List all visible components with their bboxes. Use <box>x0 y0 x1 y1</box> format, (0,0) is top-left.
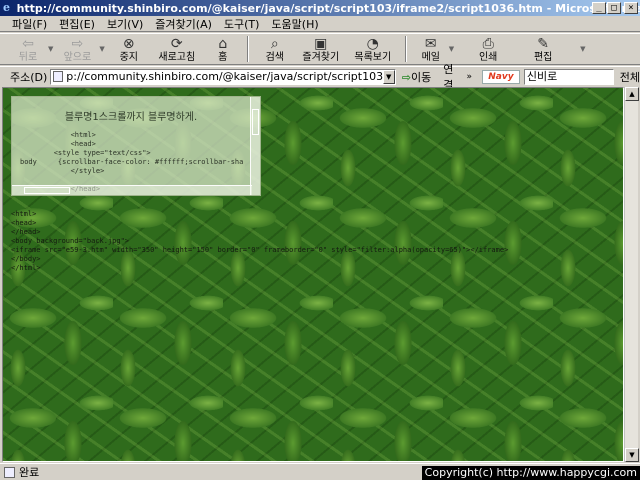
stop-icon: ⊗ <box>122 35 135 52</box>
search-scope-label[interactable]: 전체 <box>620 69 640 85</box>
printer-icon: ⎙ <box>482 35 494 52</box>
iframe-horizontal-scrollbar[interactable] <box>12 185 252 195</box>
search-button[interactable]: ⌕ 검색 <box>255 34 295 64</box>
menu-tools[interactable]: 도구(T) <box>224 16 260 32</box>
address-dropdown-icon[interactable]: ▼ <box>382 69 395 84</box>
scroll-down-icon[interactable]: ▼ <box>625 448 639 462</box>
window-title: http://community.shinbiro.com/@kaiser/ja… <box>16 1 640 15</box>
favorites-folder-icon: ▣ <box>314 35 328 52</box>
go-button[interactable]: ⇨이동 <box>402 69 431 85</box>
home-button[interactable]: ⌂ 홈 <box>205 34 241 64</box>
address-url[interactable]: p://community.shinbiro.com/@kaiser/java/… <box>66 70 386 83</box>
refresh-button[interactable]: ⟳ 새로고침 <box>149 34 205 64</box>
menu-view[interactable]: 보기(V) <box>107 16 143 32</box>
toolbar-separator <box>246 36 249 62</box>
back-dropdown-icon[interactable]: ▼ <box>48 45 53 53</box>
menu-help[interactable]: 도움말(H) <box>271 16 318 32</box>
iframe-hscroll-thumb[interactable] <box>24 187 70 194</box>
edit-button[interactable]: ✎ 편집 <box>508 34 578 64</box>
favorites-button[interactable]: ▣ 즐겨찾기 <box>295 34 347 64</box>
menu-edit[interactable]: 편집(E) <box>59 16 95 32</box>
iframe-vscroll-thumb[interactable] <box>252 109 259 135</box>
iframe-vertical-scrollbar[interactable] <box>250 97 260 195</box>
minimize-button[interactable]: _ <box>592 2 606 14</box>
title-bar[interactable]: e http://community.shinbiro.com/@kaiser/… <box>0 0 640 16</box>
print-button[interactable]: ⎙ 인쇄 <box>468 34 508 64</box>
back-button[interactable]: ⇦ 뒤로 <box>10 34 46 64</box>
address-label: 주소(D) <box>10 70 48 84</box>
toolbar-search-input[interactable]: 신비로 <box>523 68 614 85</box>
address-bar: 주소(D) p://community.shinbiro.com/@kaiser… <box>0 63 640 92</box>
forward-button[interactable]: ⇨ 앞으로 <box>57 34 97 64</box>
standard-toolbar: ⇦ 뒤로 ▼ ⇨ 앞으로 ▼ ⊗ 중지 ⟳ 새로고침 ⌂ 홈 ⌕ 검색 ▣ 즐겨… <box>0 33 640 65</box>
mail-button[interactable]: ✉ 메일 <box>413 34 449 64</box>
page-viewport[interactable]: 블루명1스크롤까지 블루명하게. <html> <head> <style ty… <box>2 87 624 462</box>
page-source-code: <html> <head> </head> <body background="… <box>11 210 509 272</box>
menu-favorites[interactable]: 즐겨찾기(A) <box>155 16 212 32</box>
page-vertical-scrollbar[interactable]: ▲ ▼ <box>624 87 639 462</box>
edit-page-icon: ✎ <box>537 35 550 52</box>
address-input[interactable]: p://community.shinbiro.com/@kaiser/java/… <box>50 68 396 85</box>
menu-bar: 파일(F) 편집(E) 보기(V) 즐겨찾기(A) 도구(T) 도움말(H) <box>0 16 640 32</box>
maximize-button[interactable]: □ <box>607 2 621 14</box>
page-done-icon <box>4 466 15 478</box>
iframe-heading: 블루명1스크롤까지 블루명하게. <box>64 112 198 123</box>
status-text: 완료 <box>19 466 40 479</box>
links-more-icon[interactable]: » <box>466 72 472 82</box>
menu-file[interactable]: 파일(F) <box>12 16 47 32</box>
mail-dropdown-icon[interactable]: ▼ <box>449 45 454 53</box>
ie-logo-icon: e <box>3 1 10 14</box>
history-button[interactable]: ◔ 목록보기 <box>347 34 399 64</box>
toolbar-separator <box>404 36 407 62</box>
page-icon <box>53 71 64 82</box>
navy-logo: Navy <box>481 69 520 84</box>
history-icon: ◔ <box>366 35 379 52</box>
refresh-icon: ⟳ <box>170 35 183 52</box>
window-controls: _ □ × <box>592 2 638 14</box>
forward-arrow-icon: ⇨ <box>71 35 84 52</box>
go-arrow-icon: ⇨ <box>401 70 411 84</box>
edit-dropdown-icon[interactable]: ▼ <box>580 45 585 53</box>
transparent-iframe[interactable]: 블루명1스크롤까지 블루명하게. <html> <head> <style ty… <box>11 96 261 196</box>
mail-icon: ✉ <box>424 35 437 52</box>
forward-dropdown-icon[interactable]: ▼ <box>99 45 104 53</box>
close-button[interactable]: × <box>624 2 638 14</box>
scroll-up-icon[interactable]: ▲ <box>625 87 639 101</box>
stop-button[interactable]: ⊗ 중지 <box>109 34 149 64</box>
copyright-banner: Copyright(c) http://www.happycgi.com <box>421 466 640 480</box>
home-icon: ⌂ <box>218 35 228 52</box>
search-icon: ⌕ <box>270 35 279 52</box>
back-arrow-icon: ⇦ <box>22 35 34 52</box>
